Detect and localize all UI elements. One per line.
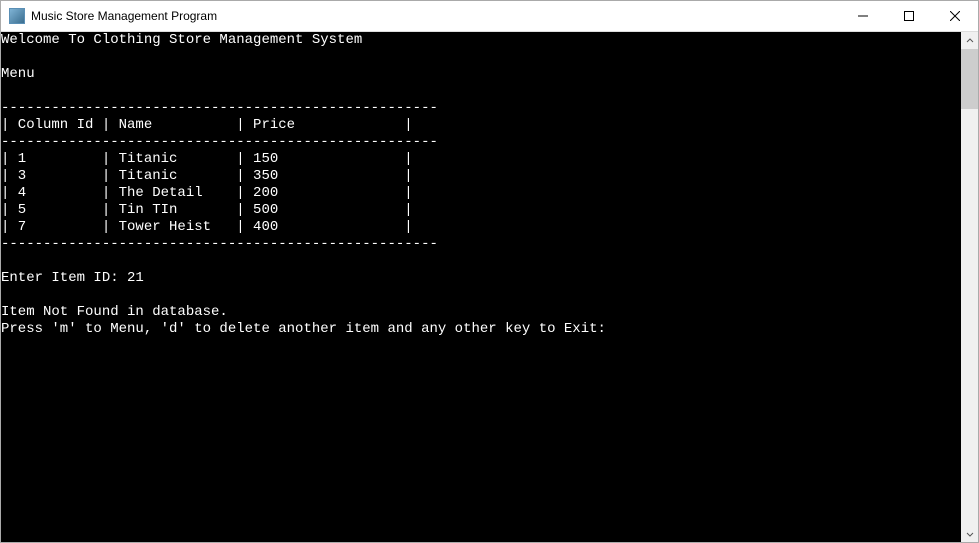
window-controls: [840, 1, 978, 31]
scroll-up-arrow[interactable]: [961, 32, 978, 49]
app-icon: [9, 8, 25, 24]
vertical-scrollbar[interactable]: [961, 32, 978, 542]
close-button[interactable]: [932, 1, 978, 31]
minimize-button[interactable]: [840, 1, 886, 31]
scroll-down-arrow[interactable]: [961, 525, 978, 542]
maximize-button[interactable]: [886, 1, 932, 31]
scroll-thumb[interactable]: [961, 49, 978, 109]
console-output[interactable]: Welcome To Clothing Store Management Sys…: [1, 32, 961, 542]
window-titlebar: Music Store Management Program: [1, 1, 978, 32]
window-title: Music Store Management Program: [31, 1, 840, 32]
